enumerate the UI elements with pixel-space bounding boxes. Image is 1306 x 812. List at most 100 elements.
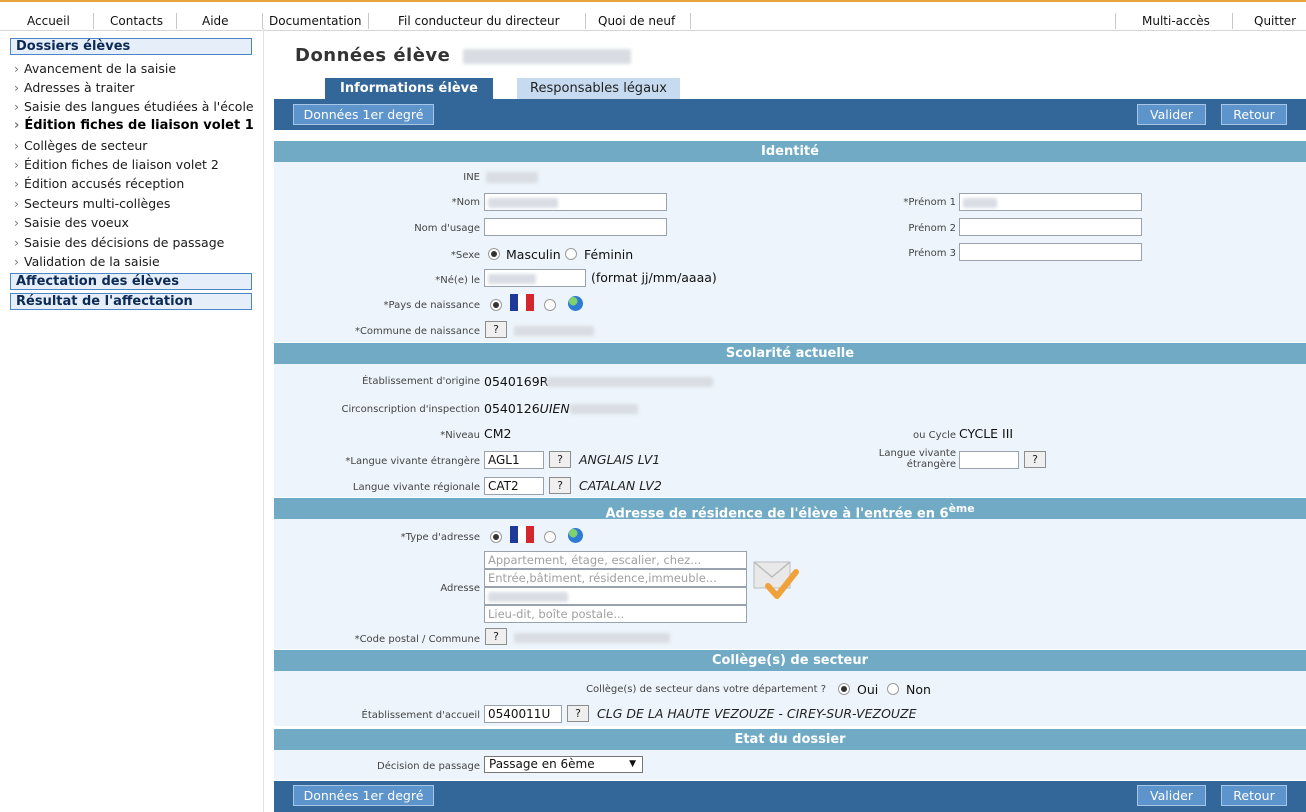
sidebar-section-resultat[interactable]: Résultat de l'affectation — [10, 293, 252, 310]
lve2-label-line2: étrangère — [906, 459, 956, 470]
lve-code-input[interactable]: AGL1 — [484, 451, 544, 469]
lvr-code-input[interactable]: CAT2 — [484, 477, 544, 495]
sexe-feminin-radio[interactable] — [565, 248, 577, 260]
retour-button-bottom[interactable]: Retour — [1221, 785, 1287, 806]
niveau-value: CM2 — [484, 426, 512, 441]
niveau-label: *Niveau — [440, 430, 480, 441]
adresse-label: Adresse — [440, 583, 480, 594]
lve-name: ANGLAIS LV1 — [579, 452, 661, 467]
prenom1-input[interactable] — [959, 193, 1142, 211]
nom-usage-input[interactable] — [484, 218, 667, 236]
sidebar-item-colleges-secteur[interactable]: › Collèges de secteur — [14, 138, 147, 153]
code-postal-help-button[interactable]: ? — [485, 628, 507, 645]
section-identite — [274, 162, 1306, 342]
lve2-code-input[interactable] — [959, 451, 1019, 469]
adresse-line2-input[interactable]: Entrée,bâtiment, résidence,immeuble... — [484, 569, 747, 587]
sidebar-item-label: Édition accusés réception — [24, 176, 185, 191]
ne-le-label: *Né(e) le — [435, 275, 480, 286]
sidebar-item-voeux[interactable]: › Saisie des voeux — [14, 215, 129, 230]
tab-responsables-legaux[interactable]: Responsables légaux — [517, 78, 680, 99]
sidebar-item-decisions[interactable]: › Saisie des décisions de passage — [14, 235, 224, 250]
college-question-label: Collège(s) de secteur dans votre départe… — [586, 684, 826, 695]
nom-input[interactable] — [484, 193, 667, 211]
circonscription-label: Circonscription d'inspection — [341, 404, 480, 415]
adresse-line4-input[interactable]: Lieu-dit, boîte postale... — [484, 605, 747, 623]
sidebar-item-label: Saisie des décisions de passage — [24, 235, 225, 250]
sidebar-item-accuses[interactable]: › Édition accusés réception — [14, 176, 184, 191]
sidebar-section-affectation[interactable]: Affectation des élèves — [10, 273, 252, 290]
menu-quitter[interactable]: Quitter — [1254, 14, 1296, 28]
etablissement-accueil-help-button[interactable]: ? — [567, 705, 589, 722]
donnees-1er-degre-button-bottom[interactable]: Données 1er degré — [293, 785, 434, 806]
redacted-commune-residence — [514, 633, 670, 643]
sidebar-item-adresses[interactable]: › Adresses à traiter — [14, 80, 135, 95]
valider-button-bottom[interactable]: Valider — [1137, 785, 1206, 806]
adresse-etranger-radio[interactable] — [544, 531, 556, 543]
prenom1-label: *Prénom 1 — [903, 197, 956, 208]
college-oui-label: Oui — [857, 682, 879, 697]
menu-multi-acces[interactable]: Multi-accès — [1142, 14, 1210, 28]
sidebar-item-label: Édition fiches de liaison volet 2 — [24, 157, 219, 172]
menu-separator — [93, 13, 94, 29]
chevron-right-icon: › — [14, 196, 19, 211]
adresse-line3-input[interactable] — [484, 587, 747, 605]
menu-contacts[interactable]: Contacts — [110, 14, 163, 28]
adresse-line1-input[interactable]: Appartement, étage, escalier, chez... — [484, 551, 747, 569]
sidebar-item-secteurs-multi[interactable]: › Secteurs multi-collèges — [14, 196, 170, 211]
circonscription-suffix: UIEN — [539, 401, 570, 416]
lve2-label-line1: Langue vivante — [878, 448, 956, 459]
commune-help-button[interactable]: ? — [485, 321, 507, 338]
menu-separator — [1232, 13, 1233, 29]
pays-etranger-radio[interactable] — [544, 299, 556, 311]
chevron-right-icon: › — [14, 157, 19, 172]
page-title-text: Données élève — [295, 45, 451, 66]
lve2-help-button[interactable]: ? — [1024, 451, 1046, 468]
type-adresse-label: *Type d'adresse — [400, 532, 480, 543]
sidebar-item-label: Validation de la saisie — [24, 254, 160, 269]
pays-france-radio[interactable] — [490, 299, 502, 311]
etablissement-accueil-name: CLG DE LA HAUTE VEZOUZE - CIREY-SUR-VEZO… — [597, 706, 917, 721]
menu-fil-conducteur[interactable]: Fil conducteur du directeur — [398, 14, 560, 28]
decision-passage-select[interactable]: Passage en 6ème ▼ — [484, 756, 643, 773]
menu-quoi-de-neuf[interactable]: Quoi de neuf — [598, 14, 675, 28]
donnees-1er-degre-button[interactable]: Données 1er degré — [293, 104, 434, 125]
sidebar-item-avancement[interactable]: › Avancement de la saisie — [14, 61, 176, 76]
adresse-france-radio[interactable] — [490, 531, 502, 543]
tab-informations-eleve[interactable]: Informations élève — [325, 78, 493, 99]
prenom3-input[interactable] — [959, 243, 1142, 261]
redacted-ine — [486, 172, 538, 183]
france-flag-icon — [510, 526, 534, 543]
menu-documentation[interactable]: Documentation — [269, 14, 362, 28]
redacted-student-name — [463, 48, 632, 64]
lvr-help-button[interactable]: ? — [549, 477, 571, 494]
prenom2-input[interactable] — [959, 218, 1142, 236]
lve-help-button[interactable]: ? — [549, 451, 571, 468]
section-header-etat: Etat du dossier — [274, 729, 1306, 750]
valider-button[interactable]: Valider — [1137, 104, 1206, 125]
college-oui-radio[interactable] — [838, 683, 850, 695]
section-header-scolarite: Scolarité actuelle — [274, 343, 1306, 364]
menu-separator — [585, 13, 586, 29]
sexe-label: *Sexe — [450, 250, 480, 261]
retour-button[interactable]: Retour — [1221, 104, 1287, 125]
menu-aide[interactable]: Aide — [202, 14, 229, 28]
sidebar-item-langues[interactable]: › Saisie des langues étudiées à l'école — [14, 99, 254, 114]
sidebar-item-fiches-volet2[interactable]: › Édition fiches de liaison volet 2 — [14, 157, 219, 172]
date-naissance-input[interactable] — [484, 269, 586, 287]
lve-label: *Langue vivante étrangère — [345, 456, 480, 467]
menu-accueil[interactable]: Accueil — [27, 14, 70, 28]
menu-separator — [368, 13, 369, 29]
adresse-header-sup: ème — [948, 502, 975, 515]
lvr-label: Langue vivante régionale — [352, 482, 480, 493]
section-header-adresse: Adresse de résidence de l'élève à l'entr… — [274, 498, 1306, 521]
commune-naissance-label: *Commune de naissance — [354, 326, 480, 337]
college-non-radio[interactable] — [887, 683, 899, 695]
sidebar-section-dossiers[interactable]: Dossiers élèves — [10, 38, 252, 55]
nom-usage-label: Nom d'usage — [414, 223, 480, 234]
cycle-label: ou Cycle — [913, 430, 956, 441]
chevron-right-icon: › — [14, 254, 19, 269]
sexe-masculin-radio[interactable] — [488, 248, 500, 260]
etablissement-accueil-input[interactable]: 0540011U — [484, 705, 562, 723]
sidebar-item-fiches-volet1[interactable]: › Édition fiches de liaison volet 1 — [14, 118, 254, 133]
sidebar-item-validation[interactable]: › Validation de la saisie — [14, 254, 160, 269]
